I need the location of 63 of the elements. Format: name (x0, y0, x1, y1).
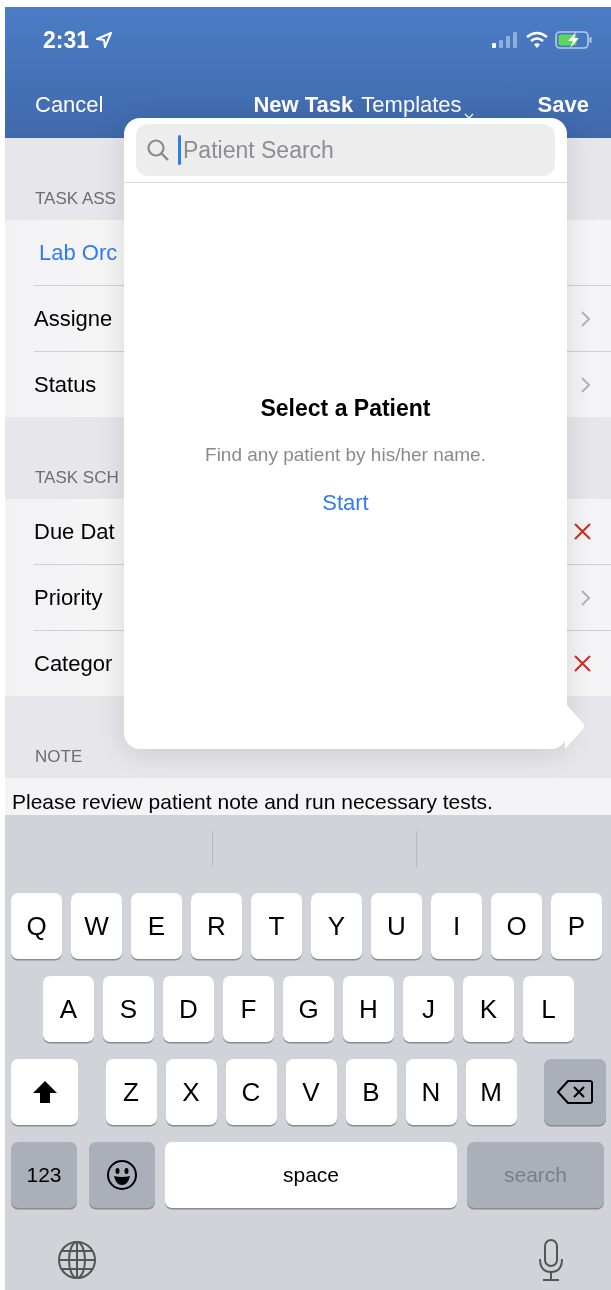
letter-key[interactable]: X (165, 1059, 217, 1125)
letter-key[interactable]: E (131, 893, 182, 959)
letter-key[interactable]: C (225, 1059, 277, 1125)
clear-icon[interactable] (574, 523, 591, 540)
start-button[interactable]: Start (322, 490, 369, 516)
emoji-icon (106, 1159, 138, 1191)
row-label: Priority (34, 584, 103, 611)
clear-icon[interactable] (574, 655, 591, 672)
location-arrow-icon (95, 31, 114, 49)
cancel-button[interactable]: Cancel (35, 92, 104, 118)
nav-title: New Task (253, 92, 354, 118)
letter-key[interactable]: L (523, 976, 574, 1042)
letter-key[interactable]: Q (11, 893, 62, 959)
section-header: TASK ASS (35, 189, 116, 209)
letter-key[interactable]: P (551, 893, 602, 959)
letter-key[interactable]: T (251, 893, 302, 959)
delete-key[interactable] (544, 1059, 606, 1125)
shift-icon (31, 1080, 58, 1104)
letter-key[interactable]: O (491, 893, 542, 959)
section-header: NOTE (35, 747, 83, 767)
note-text: Please review patient note and run necessary tests. (12, 790, 493, 813)
letter-key[interactable]: Z (105, 1059, 157, 1125)
chevron-icon (580, 588, 591, 607)
space-key[interactable]: space (165, 1142, 457, 1208)
row-label: Categor (34, 650, 113, 677)
chevron-icon (580, 309, 591, 328)
status-time: 2:31 (43, 26, 90, 54)
letter-key[interactable]: Y (311, 893, 362, 959)
letter-key[interactable]: I (431, 893, 482, 959)
letter-key[interactable]: H (343, 976, 394, 1042)
letter-key[interactable]: D (163, 976, 214, 1042)
empty-subtitle: Find any patient by his/her name. (205, 444, 486, 466)
letter-key[interactable]: W (71, 893, 122, 959)
section-header: TASK SCH (35, 468, 119, 488)
delete-icon (557, 1079, 593, 1105)
letter-key[interactable]: J (403, 976, 454, 1042)
letter-key[interactable]: U (371, 893, 422, 959)
letter-key[interactable]: N (405, 1059, 457, 1125)
chevron-icon (580, 375, 591, 394)
letter-key[interactable]: S (103, 976, 154, 1042)
letter-key[interactable]: A (43, 976, 94, 1042)
shift-key[interactable] (11, 1059, 78, 1125)
globe-icon[interactable] (57, 1240, 97, 1280)
numbers-key[interactable]: 123 (11, 1142, 77, 1208)
search-icon (146, 138, 170, 162)
letter-key[interactable]: M (465, 1059, 517, 1125)
letter-key[interactable]: V (285, 1059, 337, 1125)
signal-icon (491, 31, 519, 49)
letter-key[interactable]: K (463, 976, 514, 1042)
row-label: Assigne (34, 305, 113, 332)
row-label: Status (34, 371, 97, 398)
letter-key[interactable]: F (223, 976, 274, 1042)
wifi-icon (525, 31, 549, 49)
letter-key[interactable]: B (345, 1059, 397, 1125)
emoji-key[interactable] (89, 1142, 155, 1208)
microphone-icon[interactable] (538, 1239, 564, 1281)
save-button[interactable]: Save (537, 92, 589, 118)
link-row[interactable]: Lab Orc (39, 239, 118, 266)
letter-key[interactable]: R (191, 893, 242, 959)
row-label: Due Dat (34, 518, 115, 545)
battery-icon (555, 30, 593, 50)
empty-title: Select a Patient (260, 395, 431, 422)
letter-key[interactable]: G (283, 976, 334, 1042)
